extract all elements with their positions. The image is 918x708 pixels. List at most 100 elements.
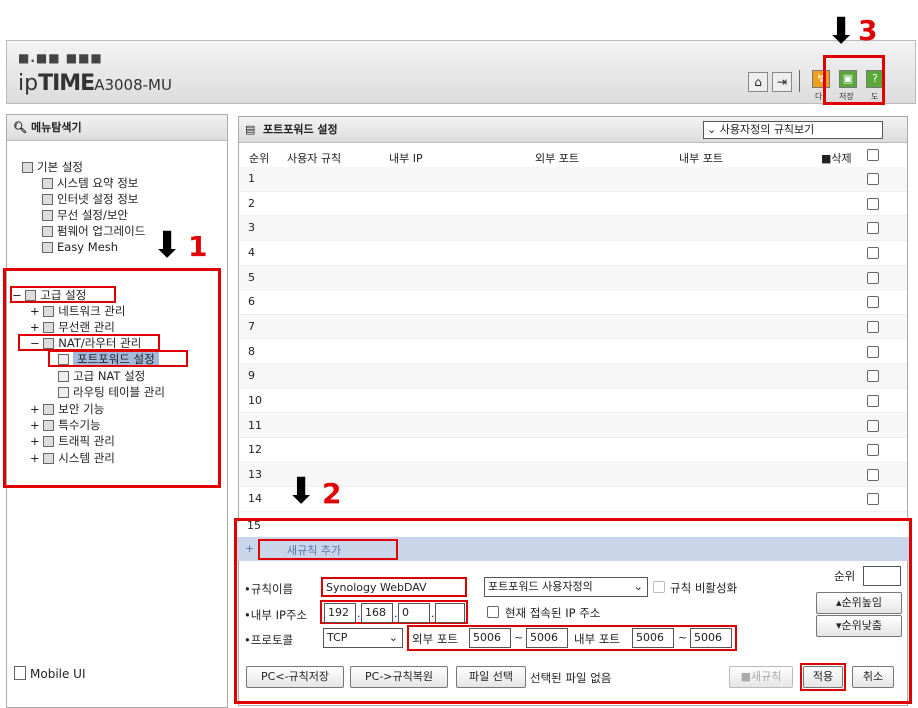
- order-input[interactable]: [863, 566, 901, 586]
- ip-dot: .: [357, 607, 361, 620]
- navigator-title: 메뉴탐색기: [31, 121, 82, 134]
- row-number: 12: [248, 443, 262, 457]
- row-delete-checkbox[interactable]: [867, 493, 879, 506]
- row-number: 7: [248, 319, 255, 333]
- row-number: 1: [248, 172, 255, 185]
- protocol-value: TCP: [327, 631, 348, 644]
- table-row: 6: [240, 290, 907, 315]
- pc-save-button[interactable]: PC<-규칙저장: [246, 666, 344, 688]
- row-delete-checkbox[interactable]: [867, 345, 879, 358]
- monitor-icon: [42, 194, 53, 205]
- protocol-select[interactable]: TCP ⌄: [323, 628, 403, 648]
- ip-dot: .: [394, 607, 398, 620]
- table-row: 7: [240, 314, 907, 340]
- chart-icon: [42, 178, 53, 189]
- plus-icon: +: [245, 542, 255, 555]
- page-icon: ▤: [245, 123, 256, 136]
- ext-port-to[interactable]: 5006: [526, 628, 568, 648]
- protocol-label: •프로토콜: [244, 632, 293, 648]
- row-delete-checkbox[interactable]: [867, 222, 879, 235]
- cancel-button[interactable]: 취소: [852, 666, 894, 688]
- row-number: 8: [248, 344, 255, 358]
- button-label: 새규칙: [751, 670, 782, 683]
- row-delete-checkbox[interactable]: [867, 173, 879, 185]
- highlight-portforward: [48, 350, 188, 367]
- highlight-box-3: [823, 55, 885, 105]
- ext-port-from[interactable]: 5006: [469, 628, 511, 648]
- folder-icon: [22, 162, 33, 173]
- view-select[interactable]: ⌄ 사용자정의 규칙보기: [703, 121, 883, 139]
- row-delete-checkbox[interactable]: [867, 419, 879, 432]
- chevron-down-icon: ⌄: [633, 580, 643, 593]
- ip-octet-4[interactable]: [435, 603, 465, 623]
- ext-port-label: 외부 포트: [412, 632, 458, 646]
- tree-item-system-summary[interactable]: 시스템 요약 정보: [42, 176, 138, 191]
- range-tilde: ~: [678, 631, 688, 644]
- tree-item-wireless[interactable]: 무선 설정/보안: [42, 208, 128, 223]
- ip-octet-2[interactable]: 168: [361, 603, 393, 623]
- table-row: 2: [240, 192, 907, 217]
- rule-type-select[interactable]: 포트포워드 사용자정의 ⌄: [484, 577, 648, 597]
- row-delete-checkbox[interactable]: [867, 468, 879, 481]
- select-all-checkbox[interactable]: [867, 149, 879, 161]
- row-delete-checkbox[interactable]: [867, 271, 879, 284]
- col-delete[interactable]: ■삭제: [821, 150, 852, 166]
- tree-label: 기본 설정: [37, 160, 83, 174]
- bullet: •: [244, 582, 251, 596]
- logo: ipTIMEA3008-MU: [18, 71, 172, 96]
- current-ip-checkbox[interactable]: [487, 606, 499, 618]
- int-port-from[interactable]: 5006: [632, 628, 674, 648]
- row-delete-checkbox[interactable]: [867, 296, 879, 309]
- home-icon[interactable]: ⌂: [748, 72, 768, 92]
- table-row: 10: [240, 389, 907, 414]
- search-icon: 🔍︎: [13, 121, 27, 134]
- divider: [799, 70, 800, 92]
- row-delete-checkbox[interactable]: [867, 197, 879, 210]
- disable-label: 규칙 비활성화: [670, 581, 738, 595]
- current-ip-label: 현재 접속된 IP 주소: [505, 606, 601, 620]
- table-row: 3: [240, 216, 907, 241]
- row-delete-checkbox[interactable]: [867, 320, 879, 333]
- table-row: 8: [240, 340, 907, 365]
- table-row: 5: [240, 265, 907, 291]
- annotation-2: 2: [322, 477, 342, 510]
- button-label: 순위낮춤: [841, 619, 882, 632]
- highlight-add-rule: [258, 539, 398, 560]
- order-down-button[interactable]: ▾순위낮춤: [816, 615, 902, 637]
- ip-dot: .: [431, 607, 435, 620]
- tree-item-firmware[interactable]: 펌웨어 업그레이드: [42, 224, 145, 239]
- ip-octet-3[interactable]: 0: [398, 603, 430, 623]
- tree-item-easymesh[interactable]: Easy Mesh: [42, 240, 118, 255]
- disable-checkbox[interactable]: [653, 581, 665, 593]
- mobile-ui-link[interactable]: Mobile UI: [14, 666, 86, 681]
- down-arrow-icon: ⬇: [826, 11, 857, 52]
- row-number: 15: [247, 519, 261, 532]
- pc-restore-button[interactable]: PC->규칙복원: [350, 666, 448, 688]
- internal-ip-label: •내부 IP주소: [244, 607, 307, 623]
- highlight-apply: [800, 663, 846, 691]
- order-up-button[interactable]: ▴순위높임: [816, 592, 902, 614]
- rule-name-label: •규칙이름: [244, 581, 293, 597]
- tree-basic-settings[interactable]: 기본 설정: [22, 160, 83, 175]
- ip-octet-1[interactable]: 192: [324, 603, 356, 623]
- row-delete-checkbox[interactable]: [867, 444, 879, 457]
- row-number: 11: [248, 418, 262, 432]
- down-arrow-icon: ⬇: [286, 471, 317, 512]
- tree-label: 펌웨어 업그레이드: [57, 224, 146, 238]
- row-delete-checkbox[interactable]: [867, 394, 879, 407]
- annotation-1: 1: [188, 230, 208, 263]
- plus-icon: ■: [740, 670, 752, 683]
- tree-item-internet-info[interactable]: 인터넷 설정 정보: [42, 192, 138, 207]
- row-number: 3: [248, 221, 255, 235]
- tree-label: Easy Mesh: [57, 240, 119, 254]
- label-text: 내부 IP주소: [250, 608, 308, 622]
- logout-icon[interactable]: ⇥: [772, 72, 792, 92]
- col-internal-port: 내부 포트: [679, 152, 723, 165]
- row-delete-checkbox[interactable]: [867, 246, 879, 259]
- rule-name-input[interactable]: Synology WebDAV: [321, 577, 467, 597]
- row-delete-checkbox[interactable]: [867, 370, 879, 383]
- int-port-to[interactable]: 5006: [690, 628, 732, 648]
- highlight-advanced: [10, 286, 116, 303]
- down-arrow-icon: ⬇: [152, 225, 183, 266]
- file-select-button[interactable]: 파일 선택: [456, 666, 526, 688]
